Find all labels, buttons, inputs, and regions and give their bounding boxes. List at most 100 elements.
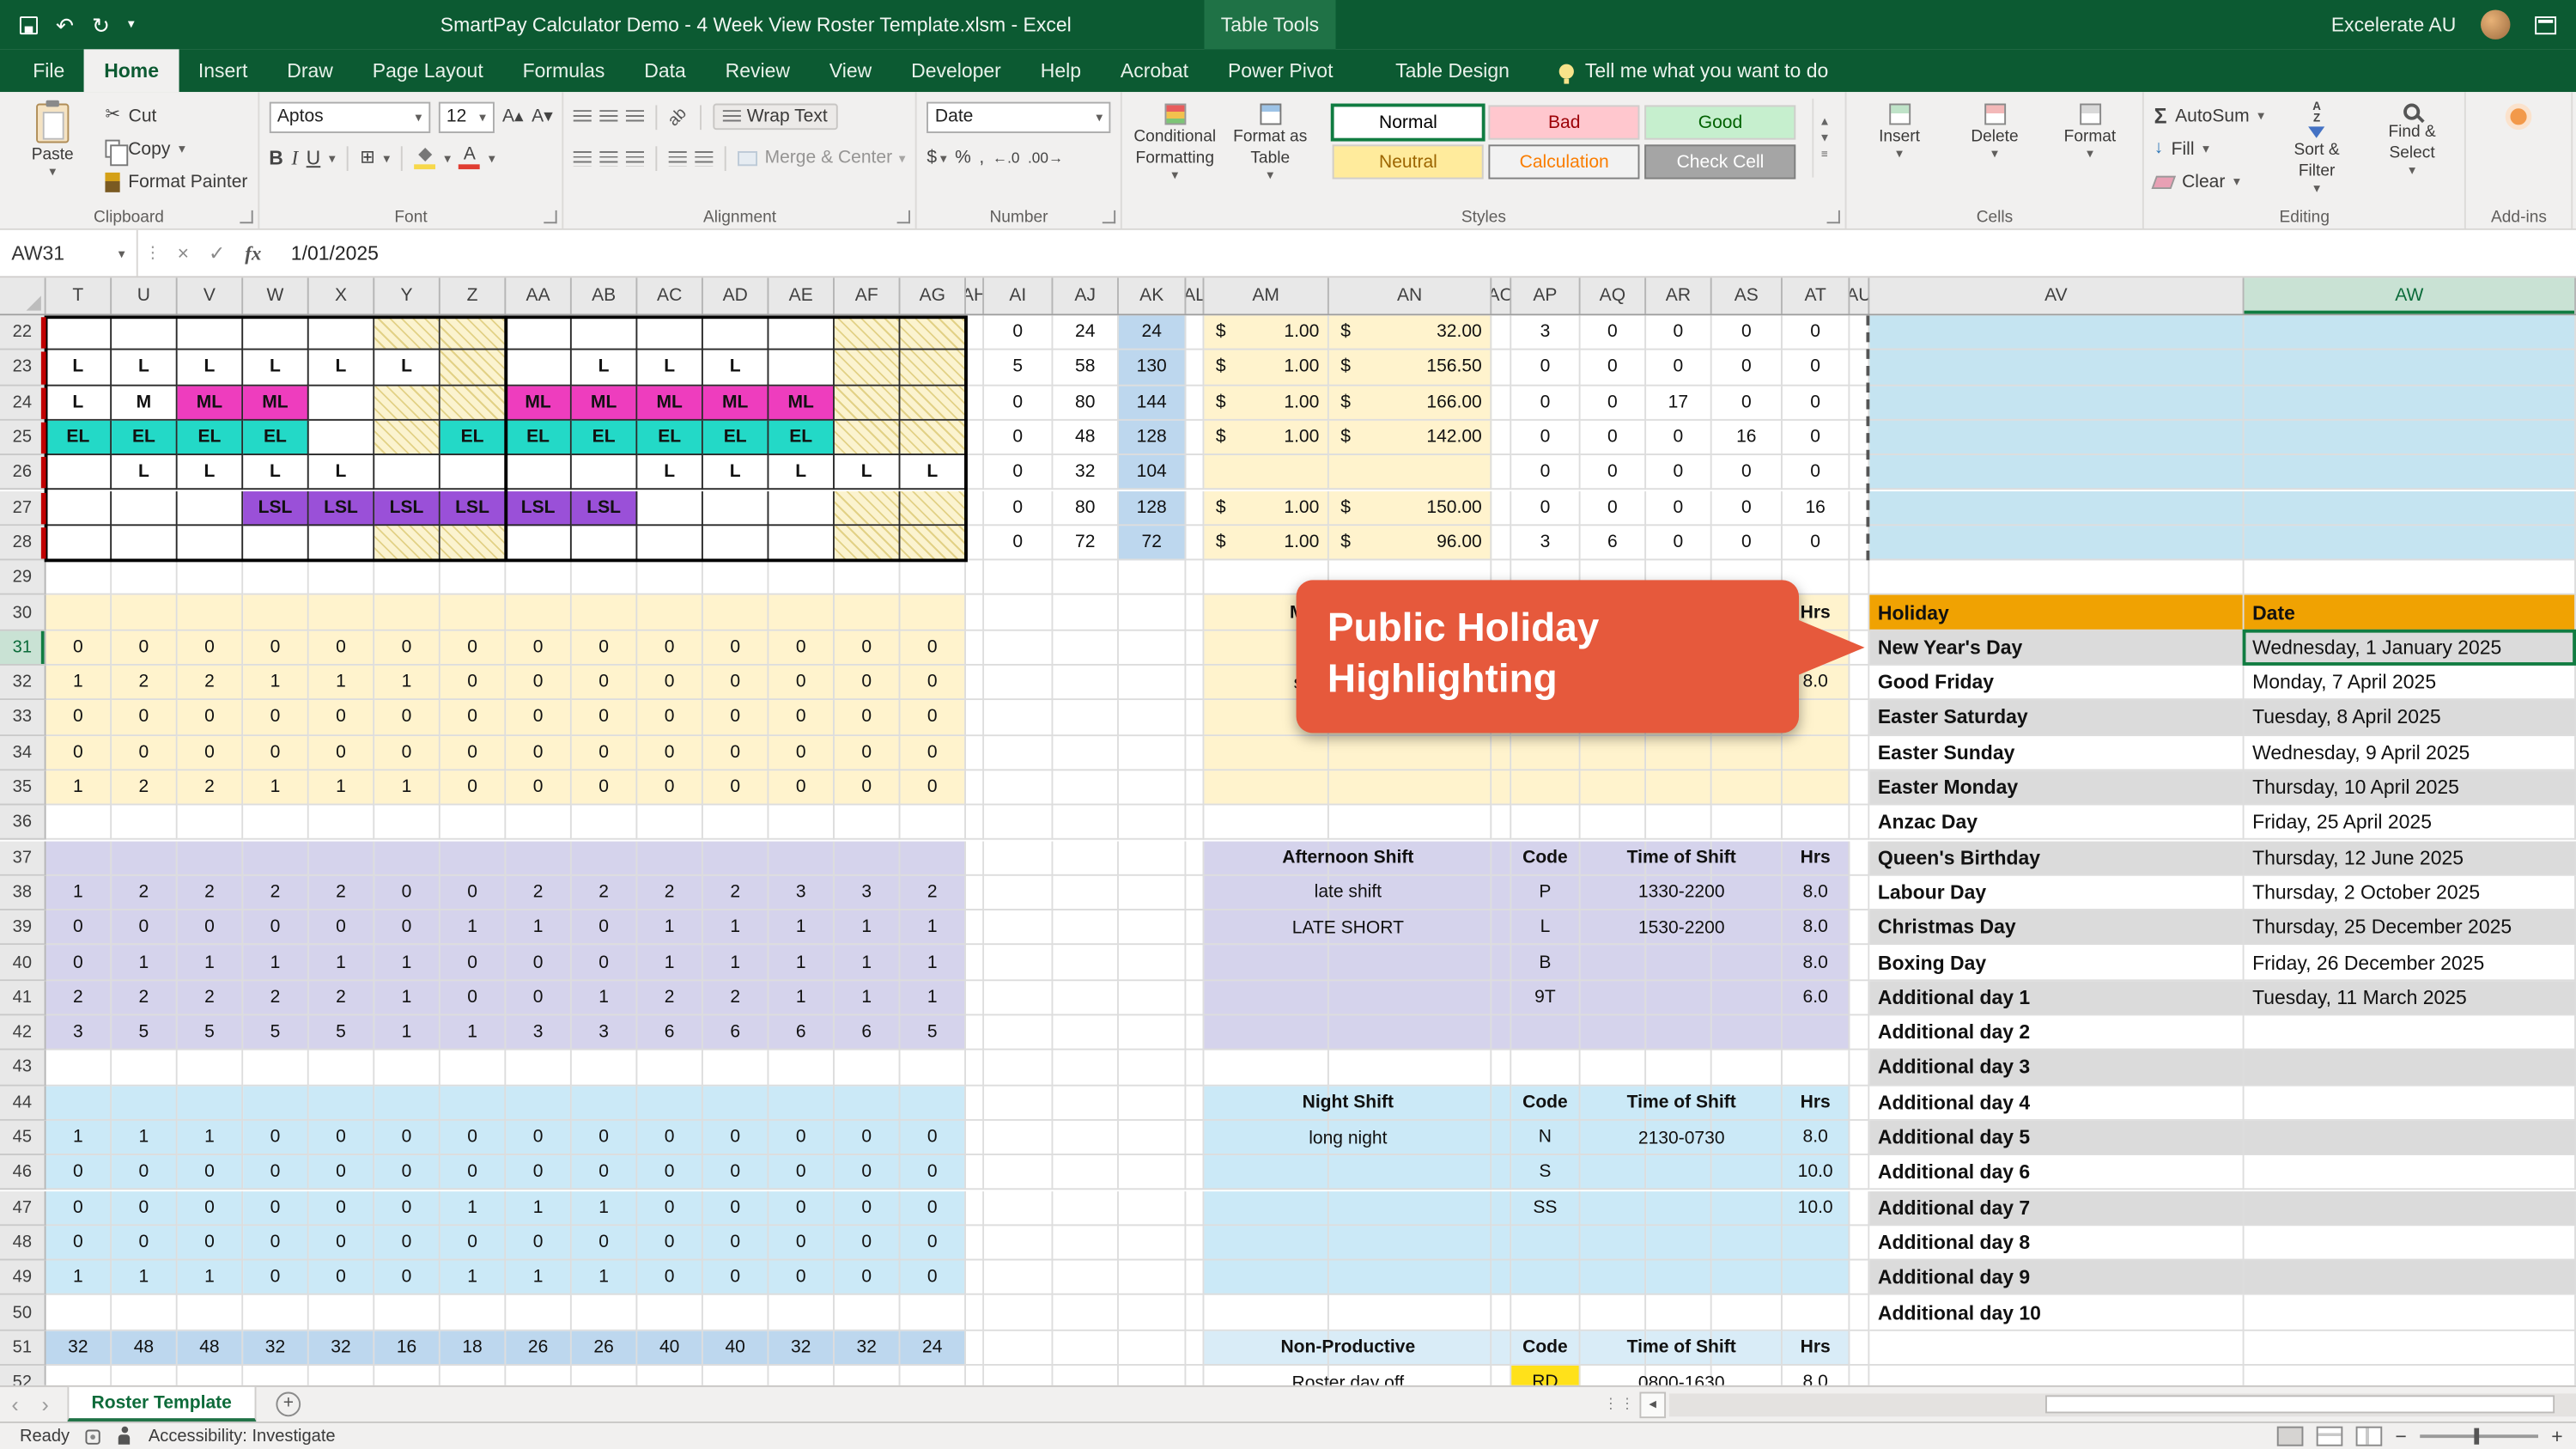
cell-AK44[interactable]	[1119, 1086, 1186, 1121]
cell-W29[interactable]	[243, 561, 309, 596]
cell-AG26[interactable]: L	[900, 455, 966, 490]
cell-AV33[interactable]: Easter Saturday	[1869, 701, 2244, 736]
row-header-45[interactable]: 45	[0, 1121, 46, 1156]
cell-AF51[interactable]: 32	[835, 1330, 901, 1366]
cell-Z43[interactable]	[440, 1050, 507, 1086]
cell-AK37[interactable]	[1119, 841, 1186, 876]
cell-AD43[interactable]	[703, 1050, 769, 1086]
cell-AC23[interactable]: L	[637, 350, 703, 386]
cell-Y38[interactable]: 0	[374, 875, 440, 910]
cell-AA32[interactable]: 0	[506, 666, 572, 701]
cell-Z49[interactable]: 1	[440, 1261, 507, 1296]
font-color-caret-icon[interactable]: ▾	[489, 150, 495, 165]
cell-AD22[interactable]	[703, 315, 769, 350]
cell-AN40[interactable]	[1329, 946, 1492, 981]
cell-AE49[interactable]: 0	[769, 1261, 835, 1296]
cell-AI45[interactable]	[984, 1121, 1053, 1156]
col-header-AQ[interactable]: AQ	[1581, 277, 1647, 314]
cell-style-neutral[interactable]: Neutral	[1333, 144, 1484, 179]
cell-AG25[interactable]	[900, 421, 966, 456]
cell-AG50[interactable]	[900, 1295, 966, 1330]
cell-AG33[interactable]: 0	[900, 701, 966, 736]
zoom-thumb[interactable]	[2474, 1428, 2479, 1445]
cell-V43[interactable]	[178, 1050, 244, 1086]
cell-AW37[interactable]: Thursday, 12 June 2025	[2245, 841, 2576, 876]
cell-AO42[interactable]	[1492, 1015, 1511, 1050]
cell-AR26[interactable]: 0	[1646, 455, 1712, 490]
cell-AE28[interactable]	[769, 526, 835, 561]
cell-V40[interactable]: 1	[178, 946, 244, 981]
cell-AT49[interactable]	[1783, 1261, 1850, 1296]
cell-AM27[interactable]: $1.00	[1204, 490, 1328, 526]
cell-U28[interactable]	[112, 526, 178, 561]
cell-U26[interactable]: L	[112, 455, 178, 490]
cell-AC42[interactable]: 6	[637, 1015, 703, 1050]
row-header-39[interactable]: 39	[0, 910, 46, 946]
cell-AA30[interactable]	[506, 595, 572, 630]
cell-AE51[interactable]: 32	[769, 1330, 835, 1366]
cell-AK24[interactable]: 144	[1119, 386, 1186, 421]
cell-X52[interactable]	[309, 1366, 375, 1385]
cell-AU50[interactable]	[1850, 1295, 1869, 1330]
borders-button[interactable]: ⊞	[360, 149, 375, 167]
cell-AE35[interactable]: 0	[769, 770, 835, 806]
cell-AA44[interactable]	[506, 1086, 572, 1121]
cell-AJ39[interactable]	[1053, 910, 1119, 946]
cell-AA48[interactable]: 0	[506, 1226, 572, 1261]
cell-AO43[interactable]	[1492, 1050, 1511, 1086]
col-header-AJ[interactable]: AJ	[1053, 277, 1119, 314]
cell-AG45[interactable]: 0	[900, 1121, 966, 1156]
cell-AK33[interactable]	[1119, 701, 1186, 736]
cell-AT52[interactable]: 8.0	[1783, 1366, 1850, 1385]
cell-AV44[interactable]: Additional day 4	[1869, 1086, 2244, 1121]
merged-cell-AM37[interactable]: Afternoon Shift	[1204, 841, 1492, 876]
tab-review[interactable]: Review	[706, 49, 810, 92]
cell-AC27[interactable]	[637, 490, 703, 526]
cell-AD49[interactable]: 0	[703, 1261, 769, 1296]
cell-AW45[interactable]	[2245, 1121, 2576, 1156]
col-header-U[interactable]: U	[112, 277, 178, 314]
cell-AL33[interactable]	[1186, 701, 1204, 736]
cell-AQ23[interactable]: 0	[1581, 350, 1647, 386]
cell-AC35[interactable]: 0	[637, 770, 703, 806]
tab-acrobat[interactable]: Acrobat	[1101, 49, 1208, 92]
cell-U27[interactable]	[112, 490, 178, 526]
styles-dialog-launcher[interactable]	[1827, 210, 1840, 223]
cell-AE26[interactable]: L	[769, 455, 835, 490]
cell-AM48[interactable]	[1204, 1226, 1328, 1261]
cell-U36[interactable]	[112, 806, 178, 841]
cell-AT22[interactable]: 0	[1783, 315, 1850, 350]
cell-AT37[interactable]: Hrs	[1783, 841, 1850, 876]
cell-AP39[interactable]: L	[1511, 910, 1580, 946]
cell-AD42[interactable]: 6	[703, 1015, 769, 1050]
merged-cell-AQ44[interactable]: Time of Shift	[1581, 1086, 1783, 1121]
cell-V23[interactable]: L	[178, 350, 244, 386]
cell-V35[interactable]: 2	[178, 770, 244, 806]
cell-X29[interactable]	[309, 561, 375, 596]
cell-Z51[interactable]: 18	[440, 1330, 507, 1366]
cell-W44[interactable]	[243, 1086, 309, 1121]
cell-AC51[interactable]: 40	[637, 1330, 703, 1366]
cell-AJ41[interactable]	[1053, 981, 1119, 1016]
cell-U50[interactable]	[112, 1295, 178, 1330]
row-header-52[interactable]: 52	[0, 1366, 46, 1385]
cell-W31[interactable]: 0	[243, 630, 309, 666]
cell-AO45[interactable]	[1492, 1121, 1511, 1156]
col-header-X[interactable]: X	[309, 277, 375, 314]
cell-Y29[interactable]	[374, 561, 440, 596]
cell-AA40[interactable]: 0	[506, 946, 572, 981]
tab-home[interactable]: Home	[84, 49, 179, 92]
cell-AL22[interactable]	[1186, 315, 1204, 350]
cell-V22[interactable]	[178, 315, 244, 350]
cell-AJ27[interactable]: 80	[1053, 490, 1119, 526]
cell-U32[interactable]: 2	[112, 666, 178, 701]
select-all-corner[interactable]	[0, 277, 46, 314]
cell-Y35[interactable]: 1	[374, 770, 440, 806]
cell-AH30[interactable]	[966, 595, 984, 630]
cell-AF43[interactable]	[835, 1050, 901, 1086]
cell-Z33[interactable]: 0	[440, 701, 507, 736]
cell-Y39[interactable]: 0	[374, 910, 440, 946]
cell-AR49[interactable]	[1646, 1261, 1712, 1296]
col-header-AG[interactable]: AG	[900, 277, 966, 314]
cell-Z34[interactable]: 0	[440, 735, 507, 770]
